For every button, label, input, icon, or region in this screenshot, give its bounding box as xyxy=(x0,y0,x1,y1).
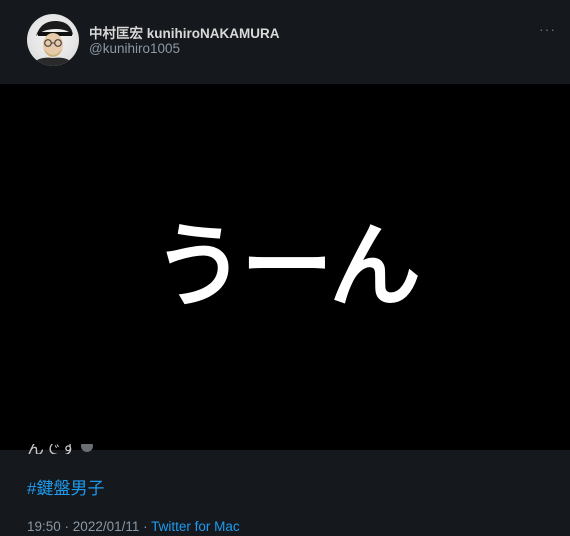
author-display-name[interactable]: 中村匡宏 kunihiroNAKAMURA xyxy=(89,22,280,42)
emoji-icon xyxy=(81,444,94,452)
tweet-media-image[interactable]: うーん xyxy=(0,84,570,450)
media-overlay-text: うーん xyxy=(152,213,421,320)
tweet-meta: 19:50 · 2022/01/11 · Twitter for Mac xyxy=(27,519,240,534)
hashtag-link[interactable]: #鍵盤男子 xyxy=(27,474,104,499)
tweet-body-partial: んです xyxy=(27,444,78,454)
meta-separator: · xyxy=(139,519,152,534)
tweet-time[interactable]: 19:50 xyxy=(27,519,61,534)
tweet-header: 中村匡宏 kunihiroNAKAMURA @kunihiro1005 ··· xyxy=(0,0,570,84)
tweet-card: 中村匡宏 kunihiroNAKAMURA @kunihiro1005 ··· … xyxy=(0,0,570,536)
more-options-icon[interactable]: ··· xyxy=(539,22,556,36)
tweet-source-link[interactable]: Twitter for Mac xyxy=(151,519,240,534)
meta-separator: · xyxy=(60,519,73,534)
tweet-body-text: んです xyxy=(27,444,94,454)
avatar-photo-icon[interactable] xyxy=(27,14,79,66)
avatar-illustration xyxy=(31,20,75,66)
author-handle[interactable]: @kunihiro1005 xyxy=(89,41,180,56)
tweet-date[interactable]: 2022/01/11 xyxy=(73,519,140,534)
